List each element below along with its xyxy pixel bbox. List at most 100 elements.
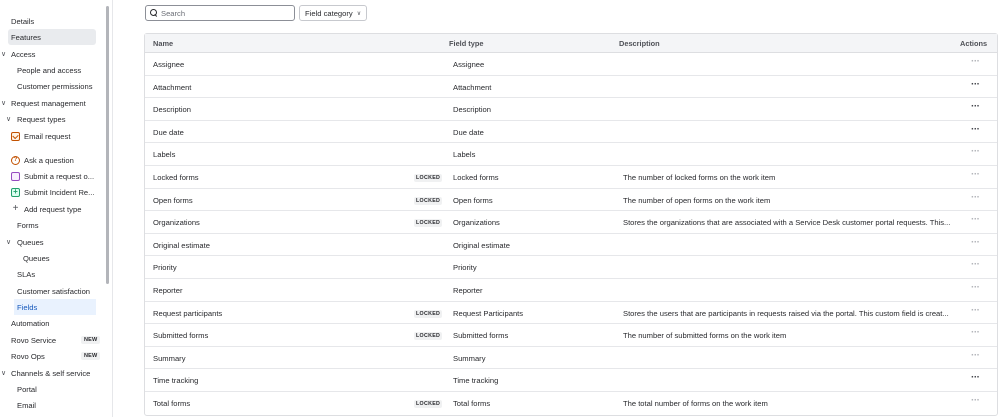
table-row[interactable]: Attachment Attachment ··· — [145, 76, 997, 99]
sidebar-item-channels-self-service[interactable]: ∨ Channels & self service — [1, 365, 90, 381]
table-row[interactable]: Assignee Assignee ··· — [145, 53, 997, 76]
more-actions-icon[interactable]: ··· — [971, 372, 980, 383]
sidebar-item-ask-a-question[interactable]: ? Ask a question — [11, 152, 74, 168]
more-actions-icon[interactable]: ··· — [971, 146, 980, 157]
sidebar-item-queues[interactable]: Queues — [23, 250, 50, 266]
field-type: Original estimate — [453, 240, 510, 250]
table-row[interactable]: Total forms LOCKED Total forms The total nu… — [145, 392, 997, 415]
chevron-down-icon: ∨ — [356, 10, 362, 17]
table-row[interactable]: Labels Labels ··· — [145, 143, 997, 166]
sidebar-item-rovo-ops[interactable]: Rovo Ops NEW — [11, 348, 101, 364]
field-description: Stores the users that are participants i… — [623, 308, 949, 318]
chevron-down-icon[interactable]: ∨ — [1, 50, 6, 58]
sidebar-item-queues[interactable]: ∨ Queues — [6, 234, 44, 250]
locked-badge: LOCKED — [414, 332, 443, 341]
search-input[interactable] — [161, 8, 281, 18]
settings-sidebar: Details Features ∨ Access People and access C… — [0, 0, 113, 417]
sidebar-item-label: Queues — [17, 237, 44, 247]
field-name: Due date — [153, 127, 184, 137]
sidebar-item-fields[interactable]: Fields — [14, 299, 96, 315]
more-actions-icon[interactable]: ··· — [971, 350, 980, 361]
table-row[interactable]: Priority Priority ··· — [145, 256, 997, 279]
field-type: Description — [453, 105, 491, 115]
field-name: Summary — [153, 353, 186, 363]
field-name: Attachment — [153, 82, 192, 92]
sidebar-item-portal[interactable]: Portal — [17, 381, 37, 397]
table-row[interactable]: Summary Summary ··· — [145, 347, 997, 370]
field-name: Assignee — [153, 60, 185, 69]
more-actions-icon[interactable]: ··· — [971, 395, 980, 406]
locked-badge: LOCKED — [414, 309, 443, 318]
field-category-label: Field category — [305, 8, 353, 18]
table-row[interactable]: Original estimate Original estimate ··· — [145, 234, 997, 257]
sidebar-item-label: Rovo Ops — [11, 351, 45, 361]
table-row[interactable]: Organizations LOCKED Organizations Stores t… — [145, 211, 997, 234]
form-icon — [11, 171, 20, 181]
chevron-down-icon[interactable]: ∨ — [6, 115, 11, 123]
sidebar-item-forms[interactable]: Forms — [17, 217, 39, 233]
more-actions-icon[interactable]: ··· — [971, 214, 980, 225]
field-category-dropdown[interactable]: Field category ∨ — [299, 5, 368, 21]
field-name: Description — [153, 105, 191, 115]
more-actions-icon[interactable]: ··· — [971, 124, 980, 135]
sidebar-item-add-request-type[interactable]: + Add request type — [11, 201, 82, 217]
chevron-down-icon[interactable]: ∨ — [1, 369, 6, 377]
table-row[interactable]: Due date Due date ··· — [145, 121, 997, 144]
incident-icon: + — [11, 187, 20, 197]
field-name: Open forms — [153, 195, 193, 205]
chevron-down-icon[interactable]: ∨ — [1, 99, 6, 107]
sidebar-item-rovo-service[interactable]: Rovo Service NEW — [11, 332, 101, 348]
sidebar-item-features[interactable]: Features — [8, 29, 96, 45]
sidebar-item-submit-incident-re[interactable]: + Submit Incident Re... — [11, 184, 95, 200]
sidebar-item-customer-permissions[interactable]: Customer permissions — [17, 78, 93, 94]
header-field-type[interactable]: Field type — [449, 39, 484, 48]
more-actions-icon[interactable]: ··· — [971, 259, 980, 270]
sidebar-item-label: Add request type — [24, 204, 82, 214]
sidebar-item-email-request[interactable]: Email request — [11, 128, 70, 144]
field-name: Reporter — [153, 285, 183, 295]
locked-badge: LOCKED — [414, 399, 443, 408]
sidebar-item-label: Portal — [17, 384, 37, 394]
sidebar-item-people-and-access[interactable]: People and access — [17, 62, 81, 78]
more-actions-icon[interactable]: ··· — [971, 169, 980, 180]
more-actions-icon[interactable]: ··· — [971, 192, 980, 203]
sidebar-item-label: Fields — [17, 302, 38, 312]
field-description: Stores the organizations that are associ… — [623, 218, 951, 228]
more-actions-icon[interactable]: ··· — [971, 327, 980, 338]
field-name: Locked forms — [153, 172, 199, 182]
sidebar-item-details[interactable]: Details — [11, 13, 34, 29]
more-actions-icon[interactable]: ··· — [971, 101, 980, 112]
more-actions-icon[interactable]: ··· — [971, 79, 980, 90]
table-row[interactable]: Reporter Reporter ··· — [145, 279, 997, 302]
sidebar-item-automation[interactable]: Automation — [11, 315, 49, 331]
table-row[interactable]: Description Description ··· — [145, 98, 997, 121]
chevron-down-icon[interactable]: ∨ — [6, 238, 11, 246]
sidebar-scrollbar[interactable] — [106, 6, 109, 284]
more-actions-icon[interactable]: ··· — [971, 237, 980, 248]
sidebar-item-slas[interactable]: SLAs — [17, 266, 35, 282]
table-row[interactable]: Open forms LOCKED Open forms The number of … — [145, 189, 997, 212]
header-name[interactable]: Name — [153, 39, 173, 48]
more-actions-icon[interactable]: ··· — [971, 305, 980, 316]
field-type: Request Participants — [453, 308, 524, 318]
more-actions-icon[interactable]: ··· — [971, 56, 980, 67]
sidebar-item-access[interactable]: ∨ Access — [1, 46, 35, 62]
header-description: Description — [619, 39, 660, 48]
field-type: Open forms — [453, 195, 493, 205]
sidebar-item-email[interactable]: Email — [17, 397, 36, 413]
sidebar-item-customer-satisfaction[interactable]: Customer satisfaction — [17, 283, 90, 299]
plus-icon: + — [12, 202, 19, 214]
search-field[interactable] — [145, 5, 295, 21]
sidebar-item-submit-a-request-o[interactable]: Submit a request o... — [11, 168, 94, 184]
table-row[interactable]: Submitted forms LOCKED Submitted forms The … — [145, 324, 997, 347]
field-type: Labels — [453, 150, 476, 160]
table-row[interactable]: Locked forms LOCKED Locked forms The number… — [145, 166, 997, 189]
sidebar-item-request-management[interactable]: ∨ Request management — [1, 95, 86, 111]
table-row[interactable]: Time tracking Time tracking ··· — [145, 369, 997, 392]
table-row[interactable]: Request participants LOCKED Request Partic… — [145, 302, 997, 325]
more-actions-icon[interactable]: ··· — [971, 282, 980, 293]
sidebar-item-request-types[interactable]: ∨ Request types — [6, 111, 66, 127]
field-type: Locked forms — [453, 172, 499, 182]
field-type: Reporter — [453, 285, 483, 295]
sidebar-item-label: Customer permissions — [17, 81, 93, 91]
